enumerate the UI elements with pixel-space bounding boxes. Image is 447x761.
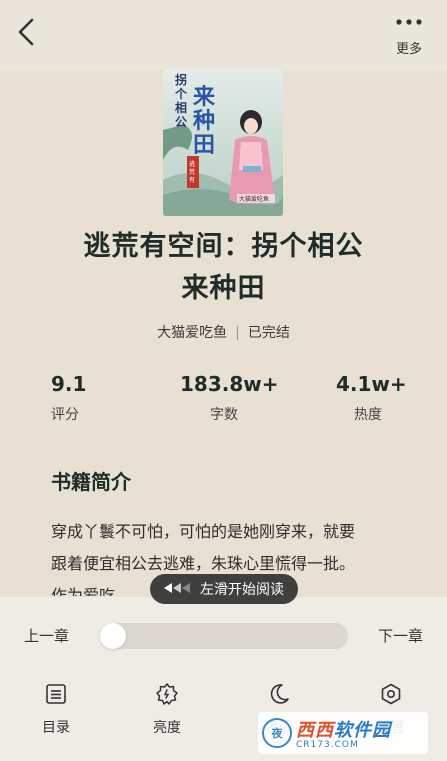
author-name[interactable]: 大猫爱吃鱼 [157,325,227,341]
swipe-hint-label: 左滑开始阅读 [200,582,284,598]
svg-text:拐: 拐 [175,72,187,87]
tab-brightness[interactable]: 亮度 [132,681,202,737]
book-status: 已完结 [247,325,290,341]
intro-title: 书籍简介 [51,470,131,494]
stat-words: 183.8w+ 字数 [180,372,279,424]
words-value: 183.8w+ [180,372,279,396]
swipe-hint: 左滑开始阅读 [150,574,298,604]
book-meta: 大猫爱吃鱼 | 已完结 [0,322,447,342]
brightness-icon [155,681,179,707]
prev-chapter-button[interactable]: 上一章 [24,625,69,646]
tab-catalog[interactable]: 目录 [21,681,91,737]
svg-text:种: 种 [193,108,215,134]
rating-label: 评分 [51,407,79,423]
settings-icon [380,681,402,707]
chevron-left-icon [17,17,35,51]
svg-text:大猫爱吃鱼: 大猫爱吃鱼 [239,195,269,203]
svg-text:公: 公 [175,115,187,129]
watermark-circle: 夜 [262,718,292,748]
top-bar: 更多 [0,0,447,70]
more-dots-icon [396,12,422,32]
heat-value: 4.1w+ [336,372,407,396]
rating-value: 9.1 [51,372,87,396]
list-icon [45,681,67,707]
book-title: 逃荒有空间：拐个相公 来种田 [83,231,364,304]
words-label: 字数 [210,407,238,423]
svg-text:荒: 荒 [189,168,195,176]
stat-heat: 4.1w+ 热度 [336,372,407,424]
slider-thumb[interactable] [100,623,126,649]
next-chapter-button[interactable]: 下一章 [378,625,423,646]
tab-catalog-label: 目录 [42,720,70,736]
meta-separator: | [235,325,240,341]
back-button[interactable] [10,16,42,52]
svg-text:有: 有 [189,176,195,184]
watermark-text: 西西软件园 CR173.COM [296,720,391,750]
svg-text:相: 相 [175,100,187,115]
more-label: 更多 [395,42,422,57]
tab-brightness-label: 亮度 [153,720,181,736]
chapter-nav: 上一章 下一章 [0,619,447,651]
stat-rating: 9.1 评分 [51,372,86,424]
heat-label: 热度 [354,407,382,423]
cover-title-char-1: 来 [192,84,216,110]
svg-text:逃: 逃 [189,160,195,168]
moon-icon [268,681,290,707]
chapter-progress-slider[interactable] [100,623,348,649]
book-cover[interactable]: 来 种 田 拐 个 相 公 逃 荒 有 大猫爱吃鱼 [163,70,283,216]
site-watermark: 夜 西西软件园 CR173.COM [258,712,428,754]
more-button[interactable]: 更多 [387,12,431,60]
svg-text:田: 田 [193,132,215,158]
swipe-left-arrows-icon [164,582,194,597]
svg-text:个: 个 [174,86,188,101]
